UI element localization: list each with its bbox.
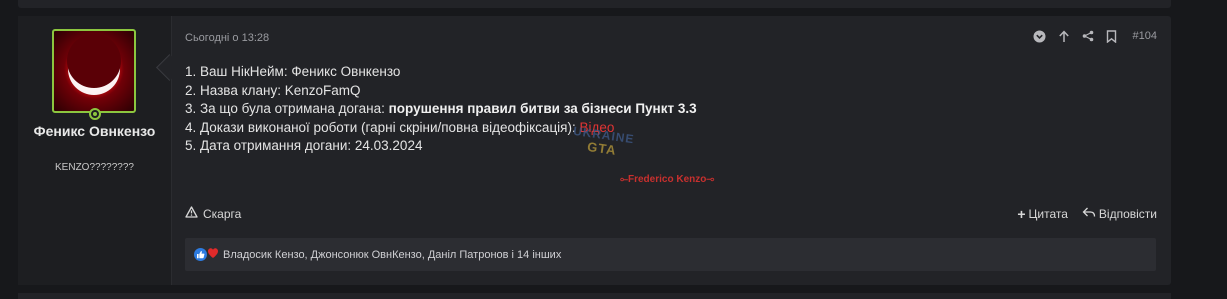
- signature-text: Frederico Kenzo: [628, 174, 707, 185]
- reactions-bar[interactable]: Владосик Кензо, Джонсонюк ОвнКензо, Дані…: [185, 238, 1156, 271]
- line-label: 4. Докази виконаної роботи (гарні скріни…: [185, 119, 580, 135]
- report-label: Скарга: [203, 206, 242, 221]
- reply-label: Відповісти: [1098, 206, 1157, 221]
- reply-icon: [1082, 206, 1096, 221]
- previous-post: [18, 0, 1171, 8]
- signature-right-ornament: ⊸: [706, 174, 715, 185]
- line-label: 3. За що була отримана догана:: [185, 101, 389, 116]
- forum-post: Феникс Овнкензо KENZO???????? Сьогодні о…: [18, 16, 1171, 285]
- reply-button[interactable]: Відповісти: [1082, 206, 1157, 221]
- like-icon: [194, 248, 207, 261]
- line-label: 1. Ваш НікНейм:: [185, 64, 292, 79]
- line-value: Феникс Овнкензо: [291, 64, 401, 79]
- post-line-2: 2. Назва клану: KenzoFamQ: [185, 82, 697, 101]
- arrow-up-icon[interactable]: [1057, 29, 1071, 43]
- post-number[interactable]: #104: [1133, 30, 1157, 42]
- reaction-icons: [194, 247, 219, 262]
- line-label: 5. Дата отримання догани:: [185, 138, 355, 153]
- line-value: 24.03.2024: [354, 138, 423, 153]
- line-value: KenzoFamQ: [284, 82, 361, 98]
- quote-button[interactable]: + Цитата: [1017, 207, 1068, 221]
- reactions-list[interactable]: Владосик Кензо, Джонсонюк ОвнКензо, Дані…: [223, 249, 561, 261]
- signature-left-ornament: ⟜: [620, 174, 628, 185]
- plus-icon: +: [1017, 205, 1026, 222]
- quote-label: Цитата: [1028, 206, 1068, 221]
- post-date[interactable]: Сьогодні о 13:28: [185, 32, 269, 44]
- user-cell: Феникс Овнкензо KENZO????????: [18, 16, 183, 285]
- heart-icon: [207, 247, 219, 262]
- avatar-eclipse-image: [64, 34, 124, 99]
- username[interactable]: Феникс Овнкензо: [18, 122, 171, 141]
- signature: ⟜Frederico Kenzo⊸: [620, 174, 714, 185]
- line-value-bold: порушення правил битви за бізнеси Пункт …: [388, 101, 697, 116]
- report-button[interactable]: Скарга: [185, 206, 241, 221]
- post-line-3: 3. За що була отримана догана: порушення…: [185, 100, 697, 119]
- share-icon[interactable]: [1081, 29, 1095, 43]
- chevron-down-icon[interactable]: [1033, 29, 1047, 43]
- bookmark-icon[interactable]: [1105, 29, 1119, 43]
- online-status-indicator: [89, 108, 101, 120]
- user-title: KENZO????????: [55, 162, 134, 173]
- post-footer-actions: + Цитата Відповісти: [1017, 206, 1157, 221]
- line-label: 2. Назва клану:: [185, 82, 285, 98]
- post-actions: #104: [1033, 29, 1157, 43]
- post-main: Сьогодні о 13:28 #104 1. Ваш НікНейм: Фе…: [172, 16, 1171, 285]
- warning-icon: [185, 206, 198, 221]
- post-line-1: 1. Ваш НікНейм: Феникс Овнкензо: [185, 63, 697, 82]
- avatar[interactable]: [52, 29, 136, 113]
- next-post: [18, 293, 1171, 299]
